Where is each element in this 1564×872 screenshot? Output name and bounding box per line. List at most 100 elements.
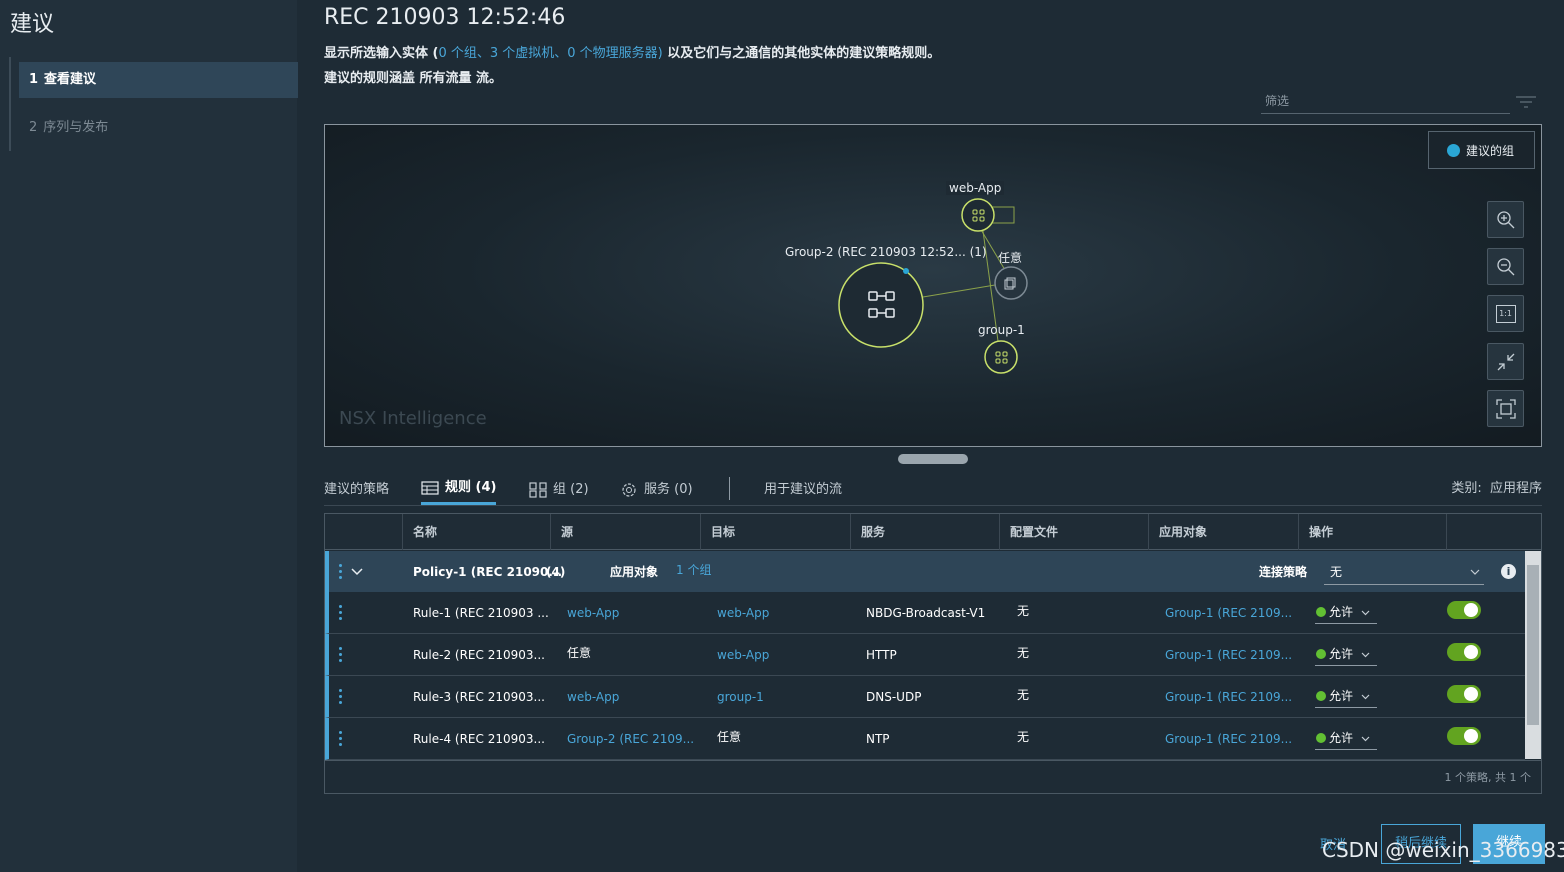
rule-action-value: 允许 xyxy=(1329,689,1354,703)
tab-services[interactable]: 服务 (0) xyxy=(620,474,693,505)
column-header-action[interactable]: 操作 xyxy=(1298,514,1446,550)
rule-target[interactable]: group-1 xyxy=(717,676,764,718)
scrollbar-thumb[interactable] xyxy=(1527,565,1539,725)
entity-links[interactable]: 0 个组、3 个虚拟机、0 个物理服务器) xyxy=(438,46,662,61)
column-header-applied-to[interactable]: 应用对象 xyxy=(1148,514,1298,550)
fit-screen-button[interactable] xyxy=(1487,390,1524,427)
rule-applied-to[interactable]: Group-1 (REC 2109... xyxy=(1165,634,1292,676)
connection-policy-label: 连接策略 xyxy=(1259,565,1308,579)
node-web-app[interactable] xyxy=(961,198,995,232)
column-header-service[interactable]: 服务 xyxy=(850,514,1000,550)
node-group-2[interactable] xyxy=(838,262,924,348)
connection-policy-select[interactable]: 无 xyxy=(1324,559,1484,585)
rule-target[interactable]: 任意 xyxy=(717,718,741,760)
rule-source[interactable]: web-App xyxy=(567,676,619,718)
tab-label: 建议的策略 xyxy=(324,481,390,497)
column-header-toggle xyxy=(1446,514,1541,550)
topology-canvas[interactable]: web-App Group-2 (REC 210903 12:52... (1)… xyxy=(324,124,1542,447)
connection-policy-value: 无 xyxy=(1330,565,1343,579)
groups-icon xyxy=(529,481,547,498)
rule-action-value: 允许 xyxy=(1329,605,1354,619)
rule-target[interactable]: web-App xyxy=(717,634,769,676)
rule-profile: 无 xyxy=(1017,604,1030,618)
table-row[interactable]: Rule-3 (REC 210903... web-App group-1 DNS-U… xyxy=(325,676,1525,718)
kebab-menu-icon[interactable] xyxy=(339,605,343,621)
rule-enabled-toggle[interactable] xyxy=(1447,643,1481,661)
rule-action-select[interactable]: 允许 xyxy=(1315,642,1377,666)
kebab-menu-icon[interactable] xyxy=(339,647,343,663)
description-suffix: 以及它们与之通信的其他实体的建议策略规则。 xyxy=(662,46,941,61)
node-label-web-app: web-App xyxy=(946,181,1005,195)
rule-action-select[interactable]: 允许 xyxy=(1315,726,1377,750)
rule-source[interactable]: web-App xyxy=(567,592,619,634)
zoom-in-icon xyxy=(1496,210,1514,228)
tab-label: 组 (2) xyxy=(553,481,589,497)
rule-applied-to[interactable]: Group-1 (REC 2109... xyxy=(1165,718,1292,760)
chevron-down-icon xyxy=(1361,610,1370,616)
services-icon xyxy=(622,482,636,497)
rule-applied-to[interactable]: Group-1 (REC 2109... xyxy=(1165,676,1292,718)
chevron-down-icon[interactable] xyxy=(351,567,363,577)
node-any[interactable] xyxy=(994,266,1028,300)
suggested-groups-icon xyxy=(1447,143,1460,157)
sidebar-title: 建议 xyxy=(10,12,55,37)
step-label: 序列与发布 xyxy=(43,120,109,135)
pane-resize-handle[interactable] xyxy=(898,454,968,464)
policy-name: Policy-1 (REC 21090... xyxy=(413,565,563,579)
rule-source[interactable]: Group-2 (REC 2109... xyxy=(567,718,694,760)
tab-rules[interactable]: 规则 (4) xyxy=(421,474,497,505)
collapse-button[interactable] xyxy=(1487,343,1524,380)
tabs-divider xyxy=(324,505,1542,506)
table-scrollbar[interactable] xyxy=(1525,551,1541,759)
kebab-menu-icon[interactable] xyxy=(339,731,343,747)
rule-action-select[interactable]: 允许 xyxy=(1315,600,1377,624)
policy-applied-label: 应用对象 xyxy=(610,565,659,579)
rule-action-select[interactable]: 允许 xyxy=(1315,684,1377,708)
column-header-source[interactable]: 源 xyxy=(550,514,700,550)
kebab-menu-icon[interactable] xyxy=(339,689,343,705)
policy-row[interactable]: Policy-1 (REC 21090... (4) 应用对象 1 个组 连接策… xyxy=(325,551,1525,592)
suggested-groups-button[interactable]: 建议的组 xyxy=(1428,131,1535,169)
collapse-icon xyxy=(1497,353,1514,370)
rule-action-value: 允许 xyxy=(1329,647,1354,661)
wizard-steps: 1 查看建议 2 序列与发布 xyxy=(9,57,298,151)
node-label-any: 任意 xyxy=(998,251,1023,265)
rule-service: NTP xyxy=(866,732,890,746)
tab-flows[interactable]: 用于建议的流 xyxy=(764,474,842,505)
rule-applied-to[interactable]: Group-1 (REC 2109... xyxy=(1165,592,1292,634)
table-row[interactable]: Rule-1 (REC 210903 ... web-App web-App NBDG… xyxy=(325,592,1525,634)
rule-enabled-toggle[interactable] xyxy=(1447,685,1481,703)
chevron-down-icon xyxy=(1361,736,1370,742)
tab-bar: 建议的策略 规则 (4) 组 (2) 服务 (0) 用于建议的流 类别: 应用程… xyxy=(324,474,1542,506)
tab-groups[interactable]: 组 (2) xyxy=(529,474,589,505)
step-review[interactable]: 1 查看建议 xyxy=(19,62,298,98)
policy-applied-value[interactable]: 1 个组 xyxy=(676,551,711,593)
zoom-in-button[interactable] xyxy=(1487,201,1524,238)
rule-enabled-toggle[interactable] xyxy=(1447,727,1481,745)
column-header-target[interactable]: 目标 xyxy=(700,514,850,550)
sidebar: 建议 1 查看建议 2 序列与发布 xyxy=(0,0,298,872)
step-publish[interactable]: 2 序列与发布 xyxy=(19,110,298,146)
step-number: 2 xyxy=(29,120,38,135)
column-header-name[interactable]: 名称 xyxy=(402,514,550,550)
column-header-profile[interactable]: 配置文件 xyxy=(999,514,1149,550)
zoom-out-button[interactable] xyxy=(1487,248,1524,285)
tab-separator xyxy=(729,477,730,500)
table-row[interactable]: Rule-2 (REC 210903... 任意 web-App HTTP 无 Group… xyxy=(325,634,1525,676)
allow-status-dot xyxy=(1316,733,1326,743)
rule-enabled-toggle[interactable] xyxy=(1447,601,1481,619)
filter-icon[interactable] xyxy=(1515,95,1537,109)
tab-suggested-policy[interactable]: 建议的策略 xyxy=(324,474,389,505)
allow-status-dot xyxy=(1316,691,1326,701)
info-icon[interactable]: i xyxy=(1501,564,1516,579)
node-group-1[interactable] xyxy=(984,340,1018,374)
kebab-menu-icon[interactable] xyxy=(339,564,343,580)
rule-service: NBDG-Broadcast-V1 xyxy=(866,606,986,620)
actual-size-button[interactable]: 1:1 xyxy=(1487,295,1524,332)
table-row[interactable]: Rule-4 (REC 210903... Group-2 (REC 2109..… xyxy=(325,718,1525,760)
filter-input[interactable]: 筛选 xyxy=(1261,92,1510,114)
step-number: 1 xyxy=(29,72,39,87)
rule-target[interactable]: web-App xyxy=(717,592,769,634)
page-title: REC 210903 12:52:46 xyxy=(324,5,566,30)
rule-source[interactable]: 任意 xyxy=(567,634,591,676)
